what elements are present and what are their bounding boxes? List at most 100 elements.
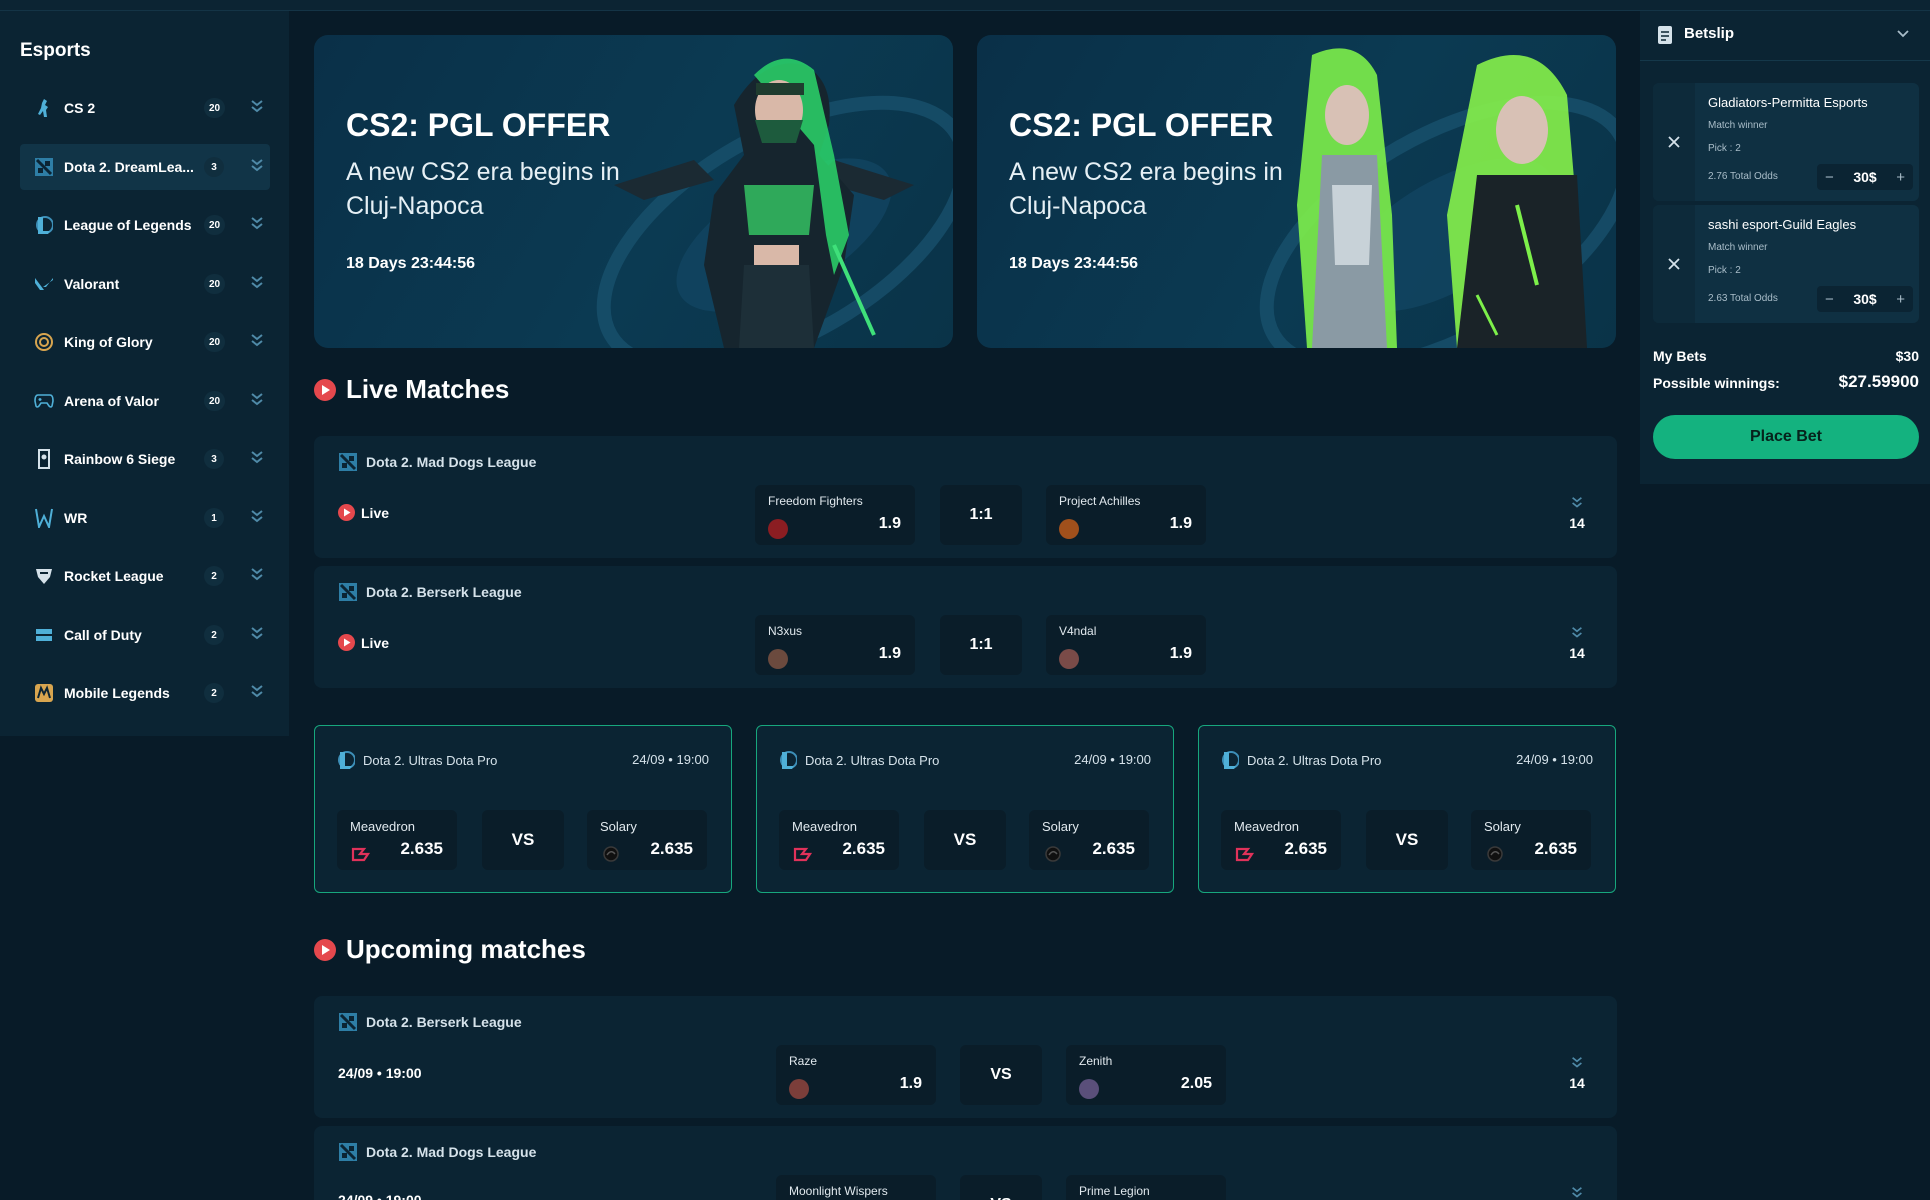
minus-button[interactable]: − [1825, 291, 1834, 308]
team-logo [789, 1079, 809, 1099]
odd-value: 1.9 [1169, 515, 1192, 532]
chevron-down-icon[interactable] [250, 275, 264, 291]
bet-pick: Pick : 2 [1708, 265, 1741, 276]
sidebar-item-call-of-duty[interactable]: Call of Duty 2 [20, 612, 270, 658]
sidebar-item-rainbow-6-siege[interactable]: Rainbow 6 Siege 3 [20, 436, 270, 482]
stake-value[interactable]: 30$ [1853, 169, 1876, 185]
odd-value: 2.635 [1092, 839, 1135, 858]
odd-button-team1[interactable]: Freedom Fighters 1.9 [755, 485, 915, 545]
live-icon [338, 634, 355, 651]
minus-button[interactable]: − [1825, 169, 1834, 186]
cs2-icon [34, 98, 54, 118]
section-header-upcoming: Upcoming matches [314, 934, 586, 965]
promo-banner[interactable]: CS2: PGL OFFER A new CS2 era begins in C… [977, 35, 1616, 348]
chevron-down-icon[interactable] [250, 509, 264, 525]
gamepad-icon [34, 391, 54, 411]
sidebar-item-dota2[interactable]: Dota 2. DreamLea.... 3 [20, 144, 270, 190]
odd-button-team1[interactable]: N3xus 1.9 [755, 615, 915, 675]
league-name: Dota 2. Ultras Dota Pro [363, 752, 498, 768]
chevron-down-icon[interactable] [250, 684, 264, 700]
sidebar-item-label: Arena of Valor [64, 393, 159, 409]
odd-button-team2[interactable]: V4ndal 1.9 [1046, 615, 1206, 675]
sidebar-item-mobile-legends[interactable]: Mobile Legends 2 [20, 670, 270, 716]
bet-market: Match winner [1708, 120, 1768, 131]
plus-button[interactable]: + [1896, 291, 1905, 308]
featured-match-card[interactable]: Dota 2. Ultras Dota Pro 24/09 • 19:00 Me… [756, 725, 1174, 893]
promo-banner[interactable]: CS2: PGL OFFER A new CS2 era begins in C… [314, 35, 953, 348]
sidebar-item-rocket-league[interactable]: Rocket League 2 [20, 553, 270, 599]
chevron-down-icon[interactable] [250, 392, 264, 408]
sidebar-item-valorant[interactable]: Valorant 20 [20, 261, 270, 307]
remove-bet-button[interactable] [1653, 205, 1695, 323]
bet-total-odds: 2.76 Total Odds [1708, 171, 1778, 182]
chevron-down-icon[interactable] [250, 626, 264, 642]
odd-button-team1[interactable]: Meavedron 2.635 [337, 810, 457, 870]
chevron-down-icon[interactable] [250, 158, 264, 174]
bet-total-odds: 2.63 Total Odds [1708, 293, 1778, 304]
more-markets-button[interactable]: 14 [1567, 496, 1587, 531]
team-logo [793, 847, 813, 862]
sidebar-item-label: Call of Duty [64, 627, 142, 643]
chevron-down-icon[interactable] [250, 99, 264, 115]
match-row[interactable]: Dota 2. Mad Dogs League Live Freedom Fig… [314, 436, 1617, 558]
sidebar-item-king-of-glory[interactable]: King of Glory 20 [20, 319, 270, 365]
match-date: 24/09 • 19:00 [632, 752, 709, 767]
more-markets-button[interactable]: 14 [1567, 626, 1587, 661]
more-markets-button[interactable]: 14 [1567, 1056, 1587, 1091]
live-icon [338, 504, 355, 521]
odd-button-team2[interactable]: Solary 2.635 [1471, 810, 1591, 870]
sidebar-item-wr[interactable]: WR 1 [20, 495, 270, 541]
odd-button-team2[interactable]: Prime Legion [1066, 1175, 1226, 1200]
odd-button-team2[interactable]: Solary 2.635 [587, 810, 707, 870]
betslip-header[interactable]: Betslip [1640, 11, 1930, 61]
banner-subtitle: A new CS2 era begins in Cluj-Napoca [346, 158, 620, 220]
my-bets-row: My Bets $30 [1653, 348, 1919, 364]
featured-match-card[interactable]: Dota 2. Ultras Dota Pro 24/09 • 19:00 Me… [1198, 725, 1616, 893]
match-score: 1:1 [940, 485, 1022, 545]
bet-match-name: sashi esport-Guild Eagles [1708, 217, 1857, 232]
odd-button-team2[interactable]: Project Achilles 1.9 [1046, 485, 1206, 545]
place-bet-button[interactable]: Place Bet [1653, 415, 1919, 459]
match-row[interactable]: Dota 2. Berserk League 24/09 • 19:00 Raz… [314, 996, 1617, 1118]
odd-button-team1[interactable]: Meavedron 2.635 [779, 810, 899, 870]
status-label: Live [361, 504, 390, 521]
remove-bet-button[interactable] [1653, 83, 1695, 201]
bet-item: Gladiators-Permitta Esports Match winner… [1653, 83, 1919, 201]
odd-button-team1[interactable]: Moonlight Wispers [776, 1175, 936, 1200]
chevron-down-icon[interactable] [250, 216, 264, 232]
rocket-league-icon [34, 566, 54, 586]
odd-value: 1.9 [1169, 645, 1192, 662]
chevron-down-icon[interactable] [250, 567, 264, 583]
team-name: Freedom Fighters [768, 494, 863, 508]
section-title: Live Matches [346, 374, 510, 404]
chevron-down-icon[interactable] [250, 450, 264, 466]
markets-count: 14 [1569, 1075, 1585, 1091]
odd-button-team2[interactable]: Zenith 2.05 [1066, 1045, 1226, 1105]
odd-value: 2.635 [1284, 839, 1327, 858]
odd-button-team1[interactable]: Raze 1.9 [776, 1045, 936, 1105]
match-league: Dota 2. Ultras Dota Pro [1221, 750, 1381, 770]
more-markets-button[interactable] [1567, 1186, 1587, 1200]
league-name: Dota 2. Berserk League [366, 584, 522, 600]
odd-button-team2[interactable]: Solary 2.635 [1029, 810, 1149, 870]
stake-value[interactable]: 30$ [1853, 291, 1876, 307]
banner-subtitle: A new CS2 era begins in Cluj-Napoca [1009, 158, 1283, 220]
match-row[interactable]: Dota 2. Berserk League Live N3xus 1.9 1:… [314, 566, 1617, 688]
sidebar-item-cs2[interactable]: CS 2 20 [20, 85, 270, 131]
sidebar-item-league-of-legends[interactable]: League of Legends 20 [20, 202, 270, 248]
sidebar-item-label: Rocket League [64, 568, 164, 584]
chevron-down-icon[interactable] [1896, 29, 1910, 39]
sidebar-title: Esports [20, 40, 91, 61]
odd-button-team1[interactable]: Meavedron 2.635 [1221, 810, 1341, 870]
team-name: Solary [600, 819, 637, 834]
odd-value: 2.05 [1180, 1075, 1212, 1092]
lol-icon [1222, 751, 1239, 769]
sidebar-item-arena-of-valor[interactable]: Arena of Valor 20 [20, 378, 270, 424]
plus-button[interactable]: + [1896, 169, 1905, 186]
play-icon [314, 938, 336, 961]
featured-match-card[interactable]: Dota 2. Ultras Dota Pro 24/09 • 19:00 Me… [314, 725, 732, 893]
match-row[interactable]: Dota 2. Mad Dogs League 24/09 • 19:00 Mo… [314, 1126, 1617, 1200]
live-status: Live [338, 504, 389, 521]
chevron-down-icon[interactable] [250, 333, 264, 349]
live-icon [314, 378, 336, 401]
